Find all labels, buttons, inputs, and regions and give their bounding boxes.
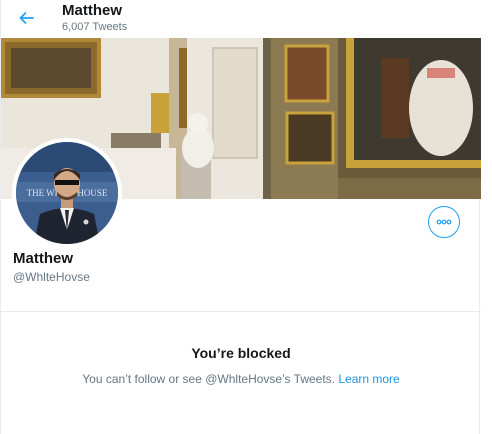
avatar-image: THE WHITE HOUSE bbox=[16, 142, 118, 244]
blocked-message: You can’t follow or see @WhlteHovse’s Tw… bbox=[82, 372, 336, 386]
blocked-title: You’re blocked bbox=[191, 345, 291, 361]
header-name: Matthew bbox=[62, 2, 122, 19]
header-tweet-count: 6,007 Tweets bbox=[62, 21, 128, 33]
profile-name: Matthew bbox=[13, 250, 73, 267]
divider bbox=[1, 311, 481, 312]
learn-more-link[interactable]: Learn more bbox=[338, 372, 399, 386]
profile-avatar[interactable]: THE WHITE HOUSE bbox=[12, 138, 122, 248]
more-horizontal-icon bbox=[436, 219, 452, 225]
profile-column: Matthew 6,007 Tweets THE HOUSE Matthew @… bbox=[0, 0, 481, 434]
profile-handle: @WhlteHovse bbox=[13, 270, 90, 284]
back-button[interactable] bbox=[13, 5, 39, 31]
blocked-message-row: You can’t follow or see @WhlteHovse’s Tw… bbox=[1, 372, 481, 386]
profile-header: Matthew 6,007 Tweets bbox=[1, 0, 481, 38]
more-button[interactable] bbox=[428, 206, 460, 238]
arrow-left-icon bbox=[19, 12, 34, 24]
